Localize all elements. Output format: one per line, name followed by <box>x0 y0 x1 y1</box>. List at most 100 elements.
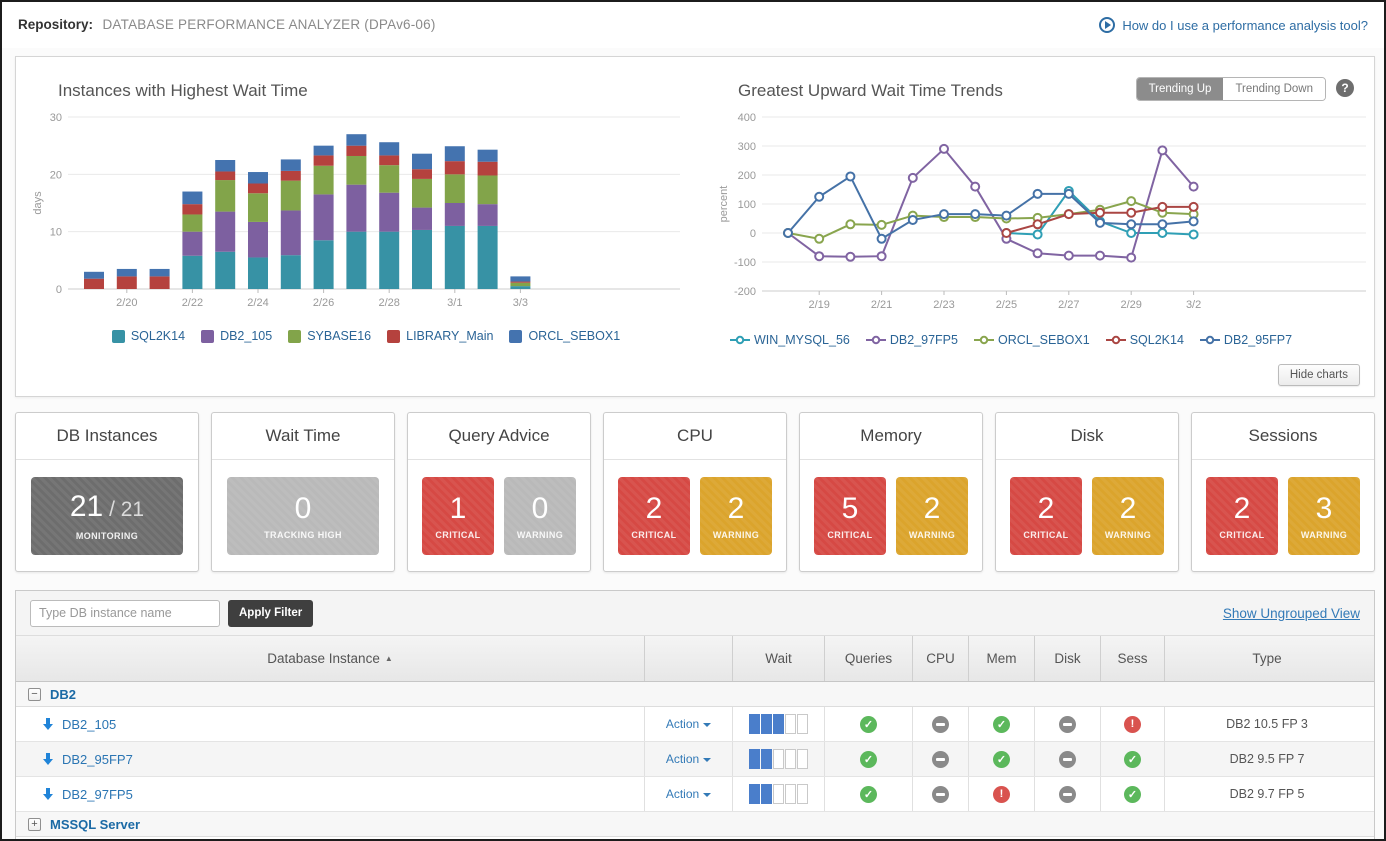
svg-text:2/24: 2/24 <box>247 297 268 309</box>
status-ok-icon: ✓ <box>993 751 1010 768</box>
legend-item-ORCL_SEBOX1: ORCL_SEBOX1 <box>974 333 1090 347</box>
metric-card-wait-time: Wait Time0TRACKING HIGH <box>211 412 395 572</box>
badge-label: WARNING <box>909 530 955 540</box>
status-none-icon <box>1059 716 1076 733</box>
metric-cards-row: DB Instances21 / 21MONITORINGWait Time0T… <box>15 412 1375 572</box>
column-header-Database Instance[interactable]: Database Instance▲ <box>16 636 644 681</box>
svg-text:0: 0 <box>750 228 756 240</box>
card-badges: 21 / 21MONITORING <box>16 460 198 571</box>
type-cell: DB2 10.5 FP 3 <box>1164 707 1369 741</box>
svg-text:400: 400 <box>738 112 756 124</box>
trend-down-arrow-icon <box>42 752 54 766</box>
legend-item-DB2_97FP5: DB2_97FP5 <box>866 333 958 347</box>
badge-label: MONITORING <box>76 531 138 541</box>
badge-tracking-high: 0 TRACKING HIGH <box>227 477 379 555</box>
column-header-Wait[interactable]: Wait <box>732 636 824 681</box>
card-title: Query Advice <box>408 413 590 460</box>
svg-text:days: days <box>32 191 44 215</box>
type-cell: DB2 9.5 FP 7 <box>1164 742 1369 776</box>
table-header-row: Database Instance▲ WaitQueriesCPUMemDiskS… <box>16 636 1374 682</box>
status-cell: ! <box>968 777 1034 811</box>
wait-gauge <box>749 714 808 734</box>
status-none-icon <box>1059 751 1076 768</box>
legend-item-LIBRARY_Main: LIBRARY_Main <box>387 329 493 343</box>
legend-label: DB2_95FP7 <box>1224 333 1292 347</box>
legend-label: ORCL_SEBOX1 <box>528 329 620 343</box>
apply-filter-button[interactable]: Apply Filter <box>228 600 313 627</box>
line-chart: -200-1000100200300400percent2/192/212/23… <box>716 105 1372 331</box>
badge-monitoring: 21 / 21MONITORING <box>31 477 183 555</box>
trending-up-button[interactable]: Trending Up <box>1137 78 1224 100</box>
action-dropdown[interactable]: Action <box>666 787 711 801</box>
legend-swatch-icon <box>201 330 214 343</box>
wait-segment <box>761 714 772 734</box>
trending-down-button[interactable]: Trending Down <box>1223 78 1325 100</box>
show-ungrouped-view-link[interactable]: Show Ungrouped View <box>1223 606 1360 621</box>
badge-label: CRITICAL <box>435 530 480 540</box>
column-header-Type[interactable]: Type <box>1164 636 1369 681</box>
status-cell <box>912 707 968 741</box>
instance-link[interactable]: DB2_97FP5 <box>62 787 133 802</box>
column-header-Sess[interactable]: Sess <box>1100 636 1164 681</box>
badge-value: 2 <box>728 492 745 526</box>
svg-text:3/2: 3/2 <box>1186 299 1201 311</box>
collapse-icon[interactable]: − <box>28 688 41 701</box>
column-header-Queries[interactable]: Queries <box>824 636 912 681</box>
badge-label: WARNING <box>1105 530 1151 540</box>
action-dropdown[interactable]: Action <box>666 717 711 731</box>
badge-critical: 2CRITICAL <box>1206 477 1278 555</box>
instance-filter-input[interactable] <box>30 600 220 627</box>
status-ok-icon: ✓ <box>860 786 877 803</box>
caret-down-icon <box>703 793 711 797</box>
help-link-label: How do I use a performance analysis tool… <box>1122 18 1368 33</box>
action-cell: Action <box>644 742 732 776</box>
instance-link[interactable]: DB2_95FP7 <box>62 752 133 767</box>
legend-swatch-icon <box>387 330 400 343</box>
badge-value: 0 <box>295 492 312 526</box>
action-dropdown[interactable]: Action <box>666 752 711 766</box>
trend-down-arrow-icon <box>42 717 54 731</box>
wait-cell <box>732 777 824 811</box>
column-header-action[interactable] <box>644 636 732 681</box>
badge-critical: 5CRITICAL <box>814 477 886 555</box>
status-ok-icon: ✓ <box>993 716 1010 733</box>
status-critical-icon: ! <box>1124 716 1141 733</box>
status-cell: ✓ <box>968 707 1034 741</box>
card-title: DB Instances <box>16 413 198 460</box>
badge-label: TRACKING HIGH <box>264 530 342 540</box>
status-none-icon <box>932 786 949 803</box>
badge-label: CRITICAL <box>827 530 872 540</box>
help-link[interactable]: How do I use a performance analysis tool… <box>1099 17 1368 33</box>
wait-segment <box>785 714 796 734</box>
type-cell: DB2 9.7 FP 5 <box>1164 777 1369 811</box>
svg-text:300: 300 <box>738 141 756 153</box>
help-icon[interactable]: ? <box>1336 79 1354 97</box>
metric-card-disk: Disk2CRITICAL2WARNING <box>995 412 1179 572</box>
caret-down-icon <box>703 723 711 727</box>
badge-label: WARNING <box>517 530 563 540</box>
badge-critical: 2CRITICAL <box>618 477 690 555</box>
badge-label: CRITICAL <box>1219 530 1264 540</box>
instances-table-panel: Apply Filter Show Ungrouped View Databas… <box>15 590 1375 841</box>
group-row-db2[interactable]: −DB2 <box>16 682 1374 707</box>
column-header-Disk[interactable]: Disk <box>1034 636 1100 681</box>
svg-text:2/27: 2/27 <box>1058 299 1079 311</box>
legend-label: SQL2K14 <box>1130 333 1184 347</box>
svg-text:2/20: 2/20 <box>116 297 137 309</box>
card-badges: 0 TRACKING HIGH <box>212 460 394 571</box>
status-cell: ✓ <box>824 777 912 811</box>
status-cell: ! <box>1100 707 1164 741</box>
status-ok-icon: ✓ <box>860 751 877 768</box>
column-header-Mem[interactable]: Mem <box>968 636 1034 681</box>
wait-gauge <box>749 784 808 804</box>
expand-icon[interactable]: + <box>28 818 41 831</box>
bar-chart-title: Instances with Highest Wait Time <box>58 81 308 101</box>
group-row-mssql-server[interactable]: +MSSQL Server <box>16 812 1374 837</box>
svg-text:20: 20 <box>50 169 62 181</box>
column-header-CPU[interactable]: CPU <box>912 636 968 681</box>
legend-item-SQL2K14: SQL2K14 <box>1106 333 1184 347</box>
instance-link[interactable]: DB2_105 <box>62 717 116 732</box>
svg-text:2/22: 2/22 <box>182 297 203 309</box>
charts-panel: Instances with Highest Wait Time 0102030… <box>15 56 1375 397</box>
hide-charts-button[interactable]: Hide charts <box>1278 364 1360 386</box>
